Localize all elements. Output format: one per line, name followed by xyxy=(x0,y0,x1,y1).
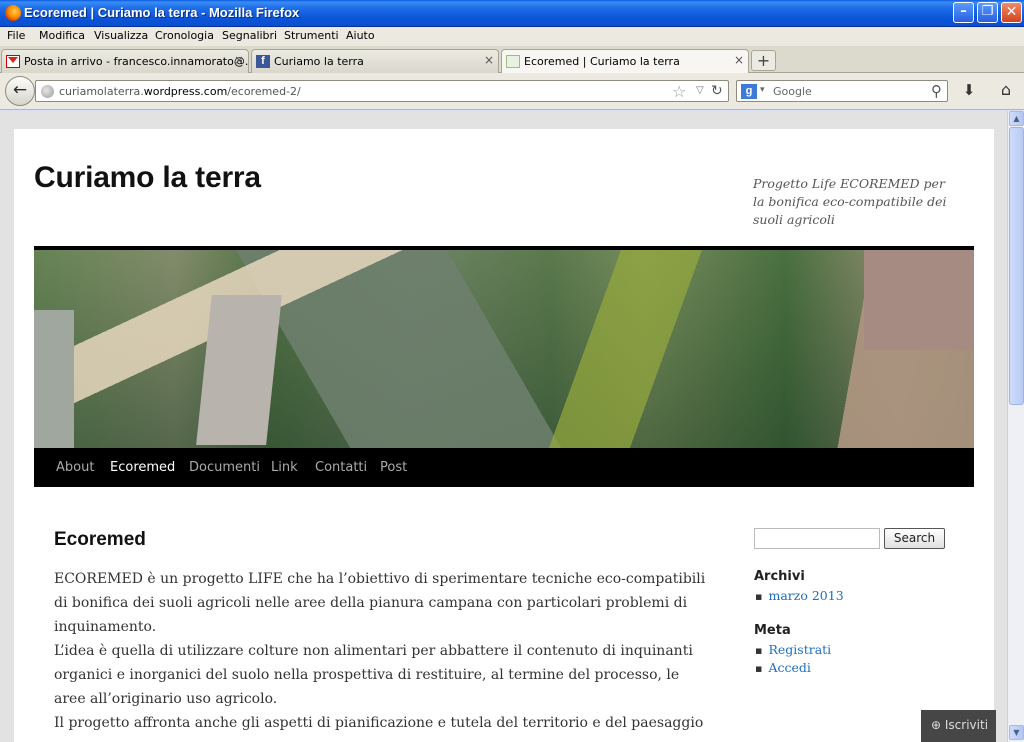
tab-label: Posta in arrivo - francesco.innamorato@.… xyxy=(24,55,249,68)
tab-label: Ecoremed | Curiamo la terra xyxy=(524,55,680,68)
tab-facebook[interactable]: f Curiamo la terra × xyxy=(251,49,499,73)
header-image[interactable] xyxy=(34,246,974,450)
meta-widget-title: Meta xyxy=(754,623,791,638)
post-paragraph: Il progetto affronta anche gli aspetti d… xyxy=(54,715,704,731)
archives-widget-title: Archivi xyxy=(754,569,805,584)
tab-close-icon[interactable]: × xyxy=(734,53,744,67)
window-title-bar: Ecoremed | Curiamo la terra - Mozilla Fi… xyxy=(0,0,1024,27)
back-button[interactable]: ← xyxy=(5,76,35,106)
menu-visualizza[interactable]: Visualizza xyxy=(94,29,148,42)
nav-documenti[interactable]: Documenti xyxy=(189,460,260,475)
follow-button[interactable]: ⊕ Iscriviti xyxy=(921,710,996,742)
globe-icon xyxy=(41,85,54,98)
tab-close-icon[interactable]: × xyxy=(484,53,494,67)
nav-contatti[interactable]: Contatti xyxy=(315,460,367,475)
menu-aiuto[interactable]: Aiuto xyxy=(346,29,375,42)
tab-label: Curiamo la terra xyxy=(274,55,364,68)
field xyxy=(34,310,74,450)
url-text[interactable]: curiamolaterra.wordpress.com/ecoremed-2/ xyxy=(59,85,301,98)
nav-about[interactable]: About xyxy=(56,460,94,475)
new-tab-button[interactable]: + xyxy=(751,50,776,71)
bookmark-star-icon[interactable]: ☆ xyxy=(672,82,686,101)
vertical-scrollbar[interactable]: ▲ ▼ xyxy=(1007,111,1024,742)
reload-icon[interactable]: ↻ xyxy=(711,83,723,99)
post-paragraph: L’idea è quella di utilizzare colture no… xyxy=(54,643,693,707)
post-paragraph: ECOREMED è un progetto LIFE che ha l’obi… xyxy=(54,571,706,635)
history-dropdown-icon[interactable]: ▽ xyxy=(696,85,704,96)
site-title[interactable]: Curiamo la terra xyxy=(34,161,261,195)
scroll-down-arrow-icon[interactable]: ▼ xyxy=(1009,725,1024,740)
minimize-button[interactable]: – xyxy=(953,2,974,23)
main-navigation: About Ecoremed Documenti Link Contatti P… xyxy=(34,448,974,487)
close-window-button[interactable]: ✕ xyxy=(1001,2,1022,23)
menu-bar: File Modifica Visualizza Cronologia Segn… xyxy=(0,27,1024,46)
menu-strumenti[interactable]: Strumenti xyxy=(284,29,339,42)
url-bar[interactable]: curiamolaterra.wordpress.com/ecoremed-2/… xyxy=(35,80,729,102)
tab-strip: Posta in arrivo - francesco.innamorato@.… xyxy=(0,46,1024,74)
site-description: Progetto Life ECOREMED per la bonifica e… xyxy=(753,176,947,227)
meta-link-registrati[interactable]: Registrati xyxy=(755,642,831,657)
search-bar[interactable]: g ▾ Google ⚲ xyxy=(736,80,948,102)
maximize-button[interactable]: ❐ xyxy=(977,2,998,23)
google-icon[interactable]: g xyxy=(741,84,757,99)
follow-label: Iscriviti xyxy=(944,718,989,732)
home-icon[interactable]: ⌂ xyxy=(995,80,1017,100)
nav-ecoremed[interactable]: Ecoremed xyxy=(110,460,175,475)
facebook-icon: f xyxy=(256,55,270,68)
page-viewport: Curiamo la terra Progetto Life ECOREMED … xyxy=(0,111,1007,742)
field xyxy=(196,295,282,445)
menu-modifica[interactable]: Modifica xyxy=(39,29,85,42)
post-title: Ecoremed xyxy=(54,529,146,550)
window-title: Ecoremed | Curiamo la terra - Mozilla Fi… xyxy=(24,5,300,20)
firefox-logo-icon xyxy=(5,5,21,21)
download-icon[interactable]: ⬇ xyxy=(958,81,980,101)
scrollbar-thumb[interactable] xyxy=(1009,127,1024,405)
post-body: ECOREMED è un progetto LIFE che ha l’obi… xyxy=(54,567,714,735)
navigation-toolbar: ← curiamolaterra.wordpress.com/ecoremed-… xyxy=(0,73,1024,110)
archive-link[interactable]: marzo 2013 xyxy=(755,588,843,603)
tab-gmail[interactable]: Posta in arrivo - francesco.innamorato@.… xyxy=(1,49,249,73)
menu-file[interactable]: File xyxy=(7,29,25,42)
nav-link[interactable]: Link xyxy=(271,460,298,475)
plus-circle-icon: ⊕ xyxy=(931,718,942,732)
page-container: Curiamo la terra Progetto Life ECOREMED … xyxy=(14,129,994,742)
search-placeholder[interactable]: Google xyxy=(773,85,812,98)
nav-post[interactable]: Post xyxy=(380,460,407,475)
gmail-icon xyxy=(6,55,20,68)
engine-dropdown-icon[interactable]: ▾ xyxy=(760,85,765,95)
sidebar-search-button[interactable]: Search xyxy=(884,528,945,549)
tab-close-icon[interactable]: × xyxy=(234,53,244,67)
scroll-up-arrow-icon[interactable]: ▲ xyxy=(1009,111,1024,126)
ecoremed-favicon-icon xyxy=(506,55,520,68)
meta-link-accedi[interactable]: Accedi xyxy=(755,660,810,675)
tab-ecoremed[interactable]: Ecoremed | Curiamo la terra × xyxy=(501,49,749,74)
sidebar-search-input[interactable] xyxy=(754,528,880,549)
magnifier-icon[interactable]: ⚲ xyxy=(931,82,942,100)
menu-segnalibri[interactable]: Segnalibri xyxy=(222,29,277,42)
menu-cronologia[interactable]: Cronologia xyxy=(155,29,214,42)
field xyxy=(864,250,974,350)
